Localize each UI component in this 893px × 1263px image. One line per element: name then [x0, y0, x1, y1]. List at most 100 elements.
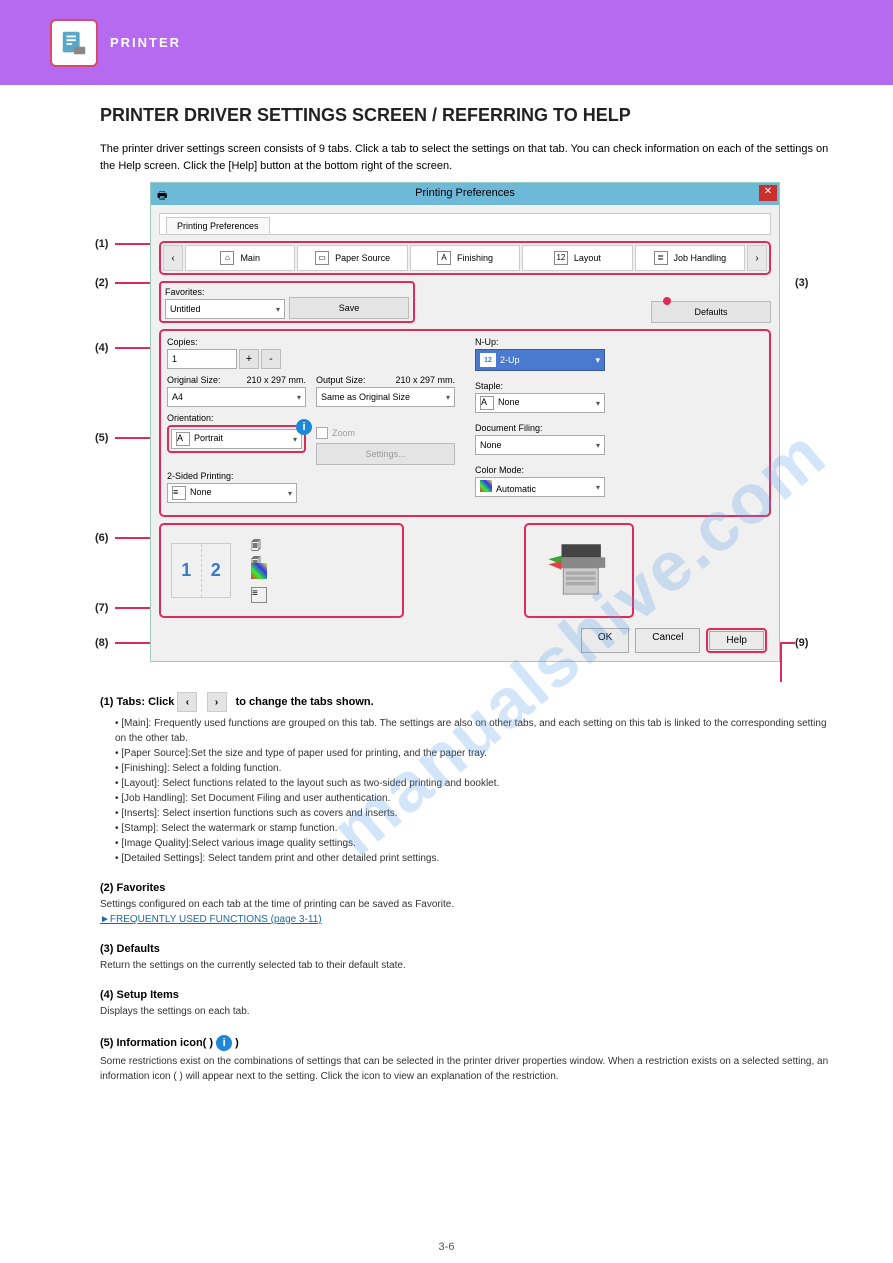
- two-sided-value: None: [190, 487, 212, 497]
- callout-label-3: (3): [795, 277, 808, 289]
- favorites-value: Untitled: [170, 304, 201, 314]
- mfp-machine-icon: [544, 538, 614, 603]
- help-button[interactable]: Help: [709, 631, 764, 650]
- copies-input[interactable]: 1: [167, 349, 237, 369]
- fn-5-heading-text: (5) Information icon( ): [100, 1037, 213, 1049]
- lines-page-icon: ≡: [251, 587, 267, 603]
- printer-small-icon: 🖶: [157, 187, 167, 206]
- tab-job-handling-label: Job Handling: [674, 253, 727, 263]
- orientation-select[interactable]: A Portrait ▾: [171, 429, 302, 449]
- doc-filing-select[interactable]: None▾: [475, 435, 605, 455]
- staple-value: None: [498, 397, 520, 407]
- original-size-select[interactable]: A4▾: [167, 387, 306, 407]
- help-button-label: Help: [726, 635, 747, 646]
- tab-next-button[interactable]: ›: [747, 245, 767, 271]
- arrow-next-box: ›: [207, 692, 227, 712]
- fn-4-heading: (4) Setup Items: [100, 989, 833, 1001]
- tab-layout[interactable]: 12 Layout: [522, 245, 632, 271]
- callout-marker-3: [663, 297, 671, 305]
- zoom-checkbox[interactable]: [316, 427, 328, 439]
- cancel-button[interactable]: Cancel: [635, 628, 700, 653]
- tab-main[interactable]: ⌂Main: [185, 245, 295, 271]
- callout-label-9: (9): [795, 637, 808, 649]
- callout-label-1: (1): [95, 238, 108, 250]
- info-icon: i: [216, 1035, 232, 1051]
- save-button[interactable]: Save: [289, 297, 409, 319]
- fn1-bullet-finishing: • [Finishing]: Select a folding function…: [115, 761, 833, 776]
- chevron-down-icon: ▾: [595, 355, 600, 366]
- tab-prev-button[interactable]: ‹: [163, 245, 183, 271]
- intro-paragraph: The printer driver settings screen consi…: [100, 141, 833, 174]
- tab-row-callout-1: ‹ ⌂Main ▭Paper Source AFinishing 12 Layou…: [159, 241, 771, 275]
- tab-finishing-label: Finishing: [457, 253, 493, 263]
- preview-page-1: 1: [172, 544, 202, 597]
- fn-1-heading: (1) Tabs: Click ‹ › to change the tabs s…: [100, 692, 833, 712]
- outer-tab-strip: Printing Preferences: [159, 213, 771, 235]
- callout-label-8: (8): [95, 637, 108, 649]
- tab-paper-source[interactable]: ▭Paper Source: [297, 245, 407, 271]
- info-icon[interactable]: i: [296, 419, 312, 435]
- fn-3-heading: (3) Defaults: [100, 943, 833, 955]
- color-mode-select[interactable]: Automatic▾: [475, 477, 605, 497]
- original-size-dim: 210 x 297 mm.: [246, 375, 306, 385]
- ok-button[interactable]: OK: [581, 628, 629, 653]
- nup-label: N-Up:: [475, 337, 763, 347]
- orientation-callout-5: i APortrait▾: [167, 425, 306, 453]
- arrow-prev-box: ‹: [177, 692, 197, 712]
- defaults-button-label: Defaults: [694, 307, 727, 317]
- setup-items-callout-4: Copies: 1 + - Original Size:210 x 297 mm…: [159, 329, 771, 517]
- color-square-icon: [251, 563, 267, 579]
- color-square-icon: [480, 480, 492, 492]
- tab-main-label: Main: [240, 253, 260, 263]
- chevron-down-icon: ▾: [596, 441, 600, 450]
- help-button-callout-8: Help: [706, 628, 767, 653]
- original-size-label: Original Size:: [167, 375, 221, 385]
- printer-doc-icon: [50, 19, 98, 67]
- outer-tab-printing-preferences[interactable]: Printing Preferences: [166, 217, 270, 234]
- print-image-callout-6: 1 2 🗐 🗐 ≡: [159, 523, 404, 618]
- copies-minus-button[interactable]: -: [261, 349, 281, 369]
- settings-button[interactable]: Settings...: [316, 443, 455, 465]
- dialog-titlebar: 🖶 Printing Preferences ✕: [151, 183, 779, 205]
- favorites-label: Favorites:: [165, 287, 285, 297]
- color-mode-label: Color Mode:: [475, 465, 763, 475]
- fn1-bullet-quality: • [Image Quality]:Select various image q…: [115, 836, 833, 851]
- two-sided-select[interactable]: ≡None▾: [167, 483, 297, 503]
- fn-4-text: Displays the settings on each tab.: [100, 1004, 833, 1019]
- callout-label-6: (6): [95, 532, 108, 544]
- tab-finishing[interactable]: AFinishing: [410, 245, 520, 271]
- two-sided-label: 2-Sided Printing:: [167, 471, 455, 481]
- close-icon[interactable]: ✕: [759, 185, 777, 201]
- chevron-down-icon: ▾: [596, 483, 600, 492]
- ok-button-label: OK: [598, 632, 612, 643]
- favorites-callout-2: Favorites: Untitled▾ Save: [159, 281, 415, 323]
- stack-icon: ≣: [654, 251, 668, 265]
- callout-label-5: (5): [95, 432, 108, 444]
- nup-select[interactable]: 122-Up▾: [475, 349, 605, 371]
- chevron-down-icon: ▾: [596, 399, 600, 408]
- printing-preferences-dialog: 🖶 Printing Preferences ✕ Printing Prefer…: [150, 182, 780, 662]
- layout-12-icon: 12: [554, 251, 568, 265]
- nup-grid-icon: 12: [480, 353, 496, 367]
- orientation-label: Orientation:: [167, 413, 306, 423]
- cancel-button-label: Cancel: [652, 632, 683, 643]
- original-size-value: A4: [172, 392, 183, 402]
- copies-plus-button[interactable]: +: [239, 349, 259, 369]
- staple-select[interactable]: ANone▾: [475, 393, 605, 413]
- fn-5-heading: (5) Information icon( ) i ): [100, 1035, 833, 1051]
- favorites-select[interactable]: Untitled▾: [165, 299, 285, 319]
- diagram-container: manualshive.com (1) (2) (4) (5) (6) (7) …: [120, 182, 833, 662]
- fn1-bullet-paper: • [Paper Source]:Set the size and type o…: [115, 746, 833, 761]
- output-size-select[interactable]: Same as Original Size▾: [316, 387, 455, 407]
- chevron-down-icon: ▾: [288, 489, 292, 498]
- portrait-doc-icon: A: [176, 432, 190, 446]
- chevron-down-icon: ▾: [293, 435, 297, 444]
- fn-2-link[interactable]: ►FREQUENTLY USED FUNCTIONS (page 3-11): [100, 914, 322, 925]
- fn-2-text: Settings configured on each tab at the t…: [100, 897, 833, 912]
- tab-layout-label: Layout: [574, 253, 601, 263]
- fn-3-text: Return the settings on the currently sel…: [100, 958, 833, 973]
- orientation-value: Portrait: [194, 433, 223, 443]
- tab-job-handling[interactable]: ≣ Job Handling: [635, 245, 745, 271]
- banner-chapter-label: PRINTER: [110, 35, 181, 50]
- settings-button-label: Settings...: [365, 449, 405, 459]
